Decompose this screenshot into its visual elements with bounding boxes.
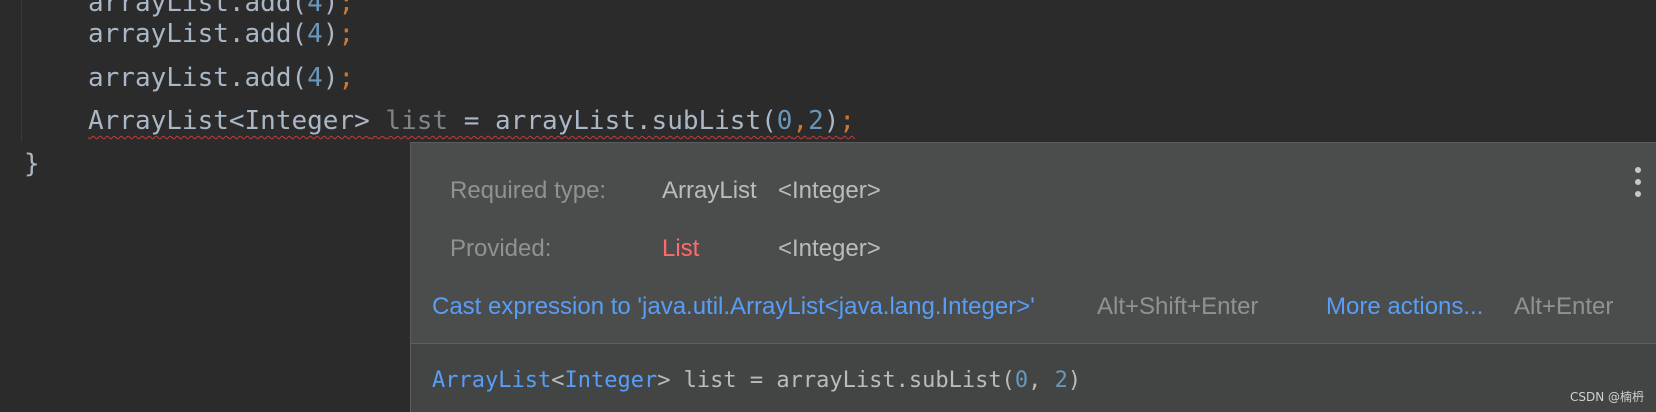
preview-code-line: ArrayList<Integer> list = arrayList.subL…	[432, 366, 1081, 396]
code-text: = arrayList.subList(	[448, 106, 777, 136]
number-literal: 0	[1014, 368, 1029, 393]
provided-type-label: Provided:	[450, 235, 552, 262]
semicolon: ;	[338, 63, 355, 93]
provided-type-generic: <Integer>	[778, 235, 881, 262]
watermark: CSDN @楠枬	[1569, 390, 1644, 404]
error-highlight[interactable]: ArrayList<Integer> list = arrayList.subL…	[88, 106, 855, 136]
required-type-generic: <Integer>	[778, 177, 881, 204]
code-text: )	[322, 0, 339, 18]
code-text: )	[322, 63, 339, 93]
semicolon: ;	[839, 106, 856, 136]
code-text: arrayList.add(	[88, 0, 308, 18]
required-type-value: ArrayList	[662, 177, 757, 204]
number-literal: 0	[776, 106, 793, 136]
semicolon: ;	[338, 19, 355, 49]
code-line-3[interactable]: arrayList.add(4);	[88, 61, 354, 95]
class-name: ArrayList	[432, 368, 552, 393]
cast-shortcut: Alt+Shift+Enter	[1097, 293, 1259, 320]
dot	[1635, 179, 1641, 185]
number-literal: 2	[1054, 368, 1068, 393]
code-text: arrayList.add(	[88, 19, 308, 49]
number-literal: 4	[307, 63, 323, 93]
type-declaration: ArrayList<Integer>	[88, 106, 370, 136]
code-editor[interactable]: arrayList.add(4); arrayList.add(4); arra…	[0, 0, 1656, 412]
more-actions-shortcut: Alt+Enter	[1514, 293, 1614, 320]
code-preview: ArrayList<Integer> list = arrayList.subL…	[411, 344, 1656, 412]
required-type-label: Required type:	[450, 177, 607, 204]
code-text: )	[322, 19, 339, 49]
provided-type-value: List	[662, 235, 700, 262]
code-line-4-error[interactable]: ArrayList<Integer> list = arrayList.subL…	[88, 104, 855, 138]
code-line-2[interactable]: arrayList.add(4);	[88, 17, 354, 51]
indent-guide	[21, 0, 22, 142]
code-line-5[interactable]: }	[24, 147, 40, 181]
number-literal: 4	[307, 19, 323, 49]
dot	[1635, 167, 1641, 173]
more-actions-link[interactable]: More actions...	[1326, 292, 1483, 322]
number-literal: 2	[808, 106, 824, 136]
class-name: Integer	[564, 368, 658, 393]
error-tooltip-popup: Required type: ArrayList <Integer> Provi…	[410, 142, 1656, 412]
code-text: arrayList.add(	[88, 63, 308, 93]
code-text: ,	[1028, 368, 1055, 393]
dot	[1635, 191, 1641, 197]
number-literal: 4	[307, 0, 323, 18]
more-vertical-icon[interactable]	[1634, 167, 1642, 197]
comma: ,	[792, 106, 809, 136]
code-text: > list = arrayList.subList(	[657, 368, 1015, 393]
code-text: <	[551, 368, 565, 393]
semicolon: ;	[338, 0, 355, 18]
code-text: )	[1067, 368, 1082, 393]
code-text: )	[823, 106, 840, 136]
cast-expression-action[interactable]: Cast expression to 'java.util.ArrayList<…	[432, 292, 1035, 322]
unused-variable: list	[385, 106, 449, 136]
